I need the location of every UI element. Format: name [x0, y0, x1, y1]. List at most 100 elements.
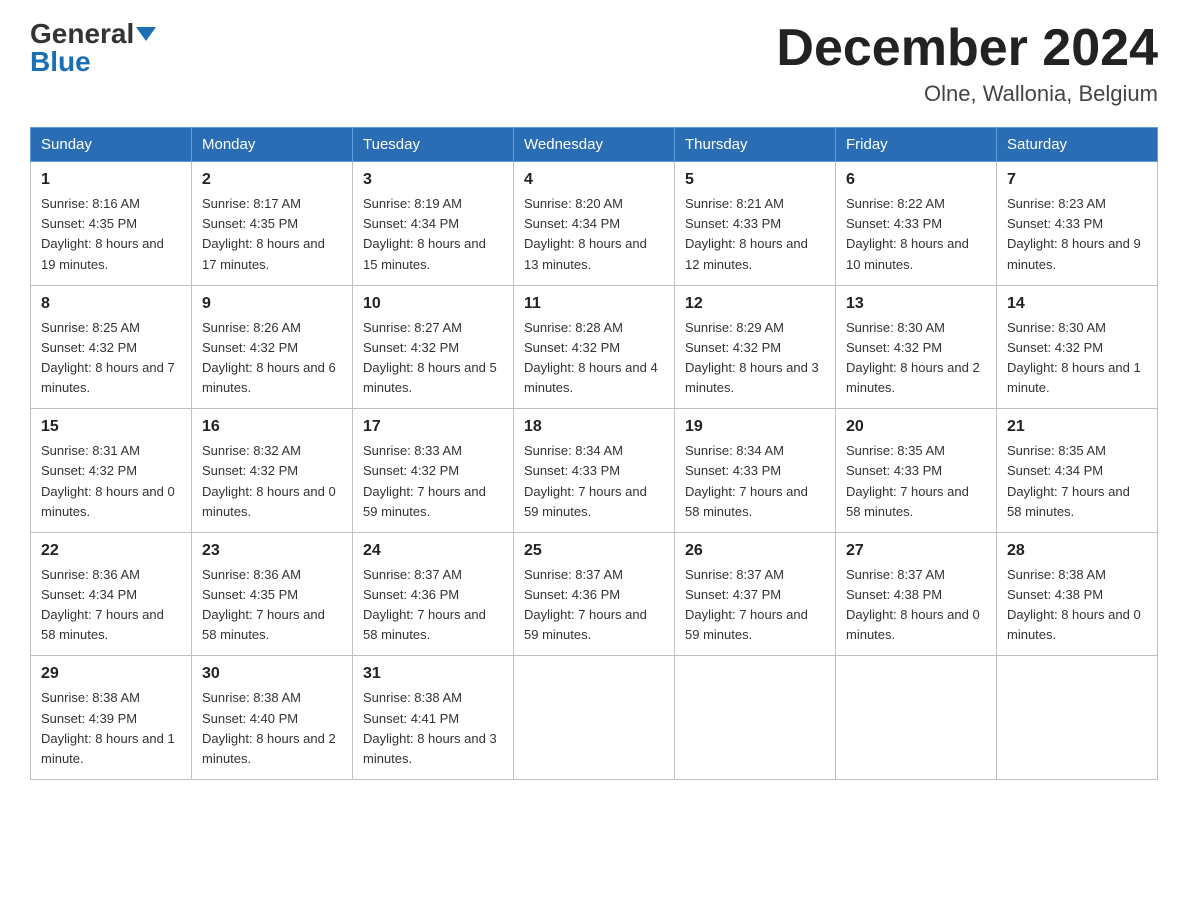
- day-info: Sunrise: 8:36 AMSunset: 4:35 PMDaylight:…: [202, 567, 325, 642]
- calendar-cell: 24 Sunrise: 8:37 AMSunset: 4:36 PMDayligh…: [353, 532, 514, 656]
- day-number: 8: [41, 292, 181, 316]
- day-number: 2: [202, 168, 342, 192]
- day-number: 4: [524, 168, 664, 192]
- calendar-cell: 6 Sunrise: 8:22 AMSunset: 4:33 PMDaylight…: [836, 162, 997, 286]
- calendar-week-row: 22Sunrise: 8:36 AMSunset: 4:34 PMDayligh…: [31, 532, 1158, 656]
- calendar-cell: 17 Sunrise: 8:33 AMSunset: 4:32 PMDayligh…: [353, 409, 514, 533]
- day-number: 16: [202, 415, 342, 439]
- calendar-cell: 20Sunrise: 8:35 AMSunset: 4:33 PMDayligh…: [836, 409, 997, 533]
- weekday-header-tuesday: Tuesday: [353, 128, 514, 162]
- weekday-header-sunday: Sunday: [31, 128, 192, 162]
- day-number: 6: [846, 168, 986, 192]
- calendar-cell: [514, 656, 675, 780]
- calendar-cell: 9 Sunrise: 8:26 AMSunset: 4:32 PMDaylight…: [192, 285, 353, 409]
- calendar-cell: 18 Sunrise: 8:34 AMSunset: 4:33 PMDayligh…: [514, 409, 675, 533]
- day-number: 13: [846, 292, 986, 316]
- logo-triangle-icon: [136, 27, 156, 41]
- day-info: Sunrise: 8:38 AMSunset: 4:40 PMDaylight:…: [202, 690, 336, 765]
- weekday-header-row: SundayMondayTuesdayWednesdayThursdayFrid…: [31, 128, 1158, 162]
- day-info: Sunrise: 8:38 AMSunset: 4:38 PMDaylight:…: [1007, 567, 1141, 642]
- weekday-header-friday: Friday: [836, 128, 997, 162]
- calendar-table: SundayMondayTuesdayWednesdayThursdayFrid…: [30, 127, 1158, 780]
- calendar-cell: 19 Sunrise: 8:34 AMSunset: 4:33 PMDayligh…: [675, 409, 836, 533]
- calendar-cell: 29 Sunrise: 8:38 AMSunset: 4:39 PMDayligh…: [31, 656, 192, 780]
- day-number: 23: [202, 539, 342, 563]
- day-number: 10: [363, 292, 503, 316]
- logo: General Blue: [30, 20, 156, 76]
- day-info: Sunrise: 8:31 AMSunset: 4:32 PMDaylight:…: [41, 443, 175, 518]
- day-number: 21: [1007, 415, 1147, 439]
- day-info: Sunrise: 8:34 AMSunset: 4:33 PMDaylight:…: [685, 443, 808, 518]
- title-section: December 2024 Olne, Wallonia, Belgium: [776, 20, 1158, 107]
- day-number: 11: [524, 292, 664, 316]
- calendar-cell: 10Sunrise: 8:27 AMSunset: 4:32 PMDayligh…: [353, 285, 514, 409]
- day-info: Sunrise: 8:29 AMSunset: 4:32 PMDaylight:…: [685, 320, 819, 395]
- day-info: Sunrise: 8:35 AMSunset: 4:34 PMDaylight:…: [1007, 443, 1130, 518]
- day-info: Sunrise: 8:26 AMSunset: 4:32 PMDaylight:…: [202, 320, 336, 395]
- day-info: Sunrise: 8:28 AMSunset: 4:32 PMDaylight:…: [524, 320, 658, 395]
- day-number: 1: [41, 168, 181, 192]
- calendar-cell: 16Sunrise: 8:32 AMSunset: 4:32 PMDayligh…: [192, 409, 353, 533]
- day-number: 25: [524, 539, 664, 563]
- weekday-header-wednesday: Wednesday: [514, 128, 675, 162]
- page-header: General Blue December 2024 Olne, Walloni…: [30, 20, 1158, 107]
- day-info: Sunrise: 8:30 AMSunset: 4:32 PMDaylight:…: [846, 320, 980, 395]
- day-info: Sunrise: 8:19 AMSunset: 4:34 PMDaylight:…: [363, 196, 486, 271]
- day-number: 17: [363, 415, 503, 439]
- calendar-cell: 7 Sunrise: 8:23 AMSunset: 4:33 PMDaylight…: [997, 162, 1158, 286]
- day-number: 30: [202, 662, 342, 686]
- day-number: 20: [846, 415, 986, 439]
- day-number: 26: [685, 539, 825, 563]
- location-title: Olne, Wallonia, Belgium: [776, 81, 1158, 107]
- day-number: 12: [685, 292, 825, 316]
- day-number: 9: [202, 292, 342, 316]
- calendar-cell: 31Sunrise: 8:38 AMSunset: 4:41 PMDayligh…: [353, 656, 514, 780]
- calendar-cell: 27Sunrise: 8:37 AMSunset: 4:38 PMDayligh…: [836, 532, 997, 656]
- day-info: Sunrise: 8:16 AMSunset: 4:35 PMDaylight:…: [41, 196, 164, 271]
- day-number: 18: [524, 415, 664, 439]
- day-info: Sunrise: 8:37 AMSunset: 4:36 PMDaylight:…: [524, 567, 647, 642]
- calendar-cell: [836, 656, 997, 780]
- day-number: 7: [1007, 168, 1147, 192]
- day-number: 29: [41, 662, 181, 686]
- calendar-cell: 28 Sunrise: 8:38 AMSunset: 4:38 PMDayligh…: [997, 532, 1158, 656]
- calendar-cell: 13 Sunrise: 8:30 AMSunset: 4:32 PMDayligh…: [836, 285, 997, 409]
- calendar-cell: 8 Sunrise: 8:25 AMSunset: 4:32 PMDaylight…: [31, 285, 192, 409]
- day-number: 24: [363, 539, 503, 563]
- day-number: 28: [1007, 539, 1147, 563]
- calendar-cell: 4Sunrise: 8:20 AMSunset: 4:34 PMDaylight…: [514, 162, 675, 286]
- day-number: 15: [41, 415, 181, 439]
- day-number: 14: [1007, 292, 1147, 316]
- calendar-cell: 12 Sunrise: 8:29 AMSunset: 4:32 PMDayligh…: [675, 285, 836, 409]
- day-number: 27: [846, 539, 986, 563]
- calendar-cell: 15 Sunrise: 8:31 AMSunset: 4:32 PMDayligh…: [31, 409, 192, 533]
- day-info: Sunrise: 8:25 AMSunset: 4:32 PMDaylight:…: [41, 320, 175, 395]
- month-title: December 2024: [776, 20, 1158, 77]
- day-number: 22: [41, 539, 181, 563]
- day-info: Sunrise: 8:38 AMSunset: 4:39 PMDaylight:…: [41, 690, 175, 765]
- calendar-cell: 14 Sunrise: 8:30 AMSunset: 4:32 PMDayligh…: [997, 285, 1158, 409]
- day-number: 19: [685, 415, 825, 439]
- calendar-week-row: 1 Sunrise: 8:16 AMSunset: 4:35 PMDaylight…: [31, 162, 1158, 286]
- weekday-header-thursday: Thursday: [675, 128, 836, 162]
- calendar-cell: 23 Sunrise: 8:36 AMSunset: 4:35 PMDayligh…: [192, 532, 353, 656]
- calendar-cell: 25 Sunrise: 8:37 AMSunset: 4:36 PMDayligh…: [514, 532, 675, 656]
- day-info: Sunrise: 8:17 AMSunset: 4:35 PMDaylight:…: [202, 196, 325, 271]
- day-info: Sunrise: 8:37 AMSunset: 4:36 PMDaylight:…: [363, 567, 486, 642]
- day-info: Sunrise: 8:37 AMSunset: 4:37 PMDaylight:…: [685, 567, 808, 642]
- day-info: Sunrise: 8:33 AMSunset: 4:32 PMDaylight:…: [363, 443, 486, 518]
- calendar-cell: 5Sunrise: 8:21 AMSunset: 4:33 PMDaylight…: [675, 162, 836, 286]
- calendar-cell: 3Sunrise: 8:19 AMSunset: 4:34 PMDaylight…: [353, 162, 514, 286]
- calendar-week-row: 8 Sunrise: 8:25 AMSunset: 4:32 PMDaylight…: [31, 285, 1158, 409]
- day-info: Sunrise: 8:21 AMSunset: 4:33 PMDaylight:…: [685, 196, 808, 271]
- calendar-cell: 2 Sunrise: 8:17 AMSunset: 4:35 PMDaylight…: [192, 162, 353, 286]
- day-number: 31: [363, 662, 503, 686]
- logo-general: General: [30, 20, 134, 48]
- calendar-cell: [675, 656, 836, 780]
- day-info: Sunrise: 8:22 AMSunset: 4:33 PMDaylight:…: [846, 196, 969, 271]
- day-info: Sunrise: 8:34 AMSunset: 4:33 PMDaylight:…: [524, 443, 647, 518]
- day-info: Sunrise: 8:23 AMSunset: 4:33 PMDaylight:…: [1007, 196, 1141, 271]
- calendar-cell: 26 Sunrise: 8:37 AMSunset: 4:37 PMDayligh…: [675, 532, 836, 656]
- day-info: Sunrise: 8:30 AMSunset: 4:32 PMDaylight:…: [1007, 320, 1141, 395]
- weekday-header-saturday: Saturday: [997, 128, 1158, 162]
